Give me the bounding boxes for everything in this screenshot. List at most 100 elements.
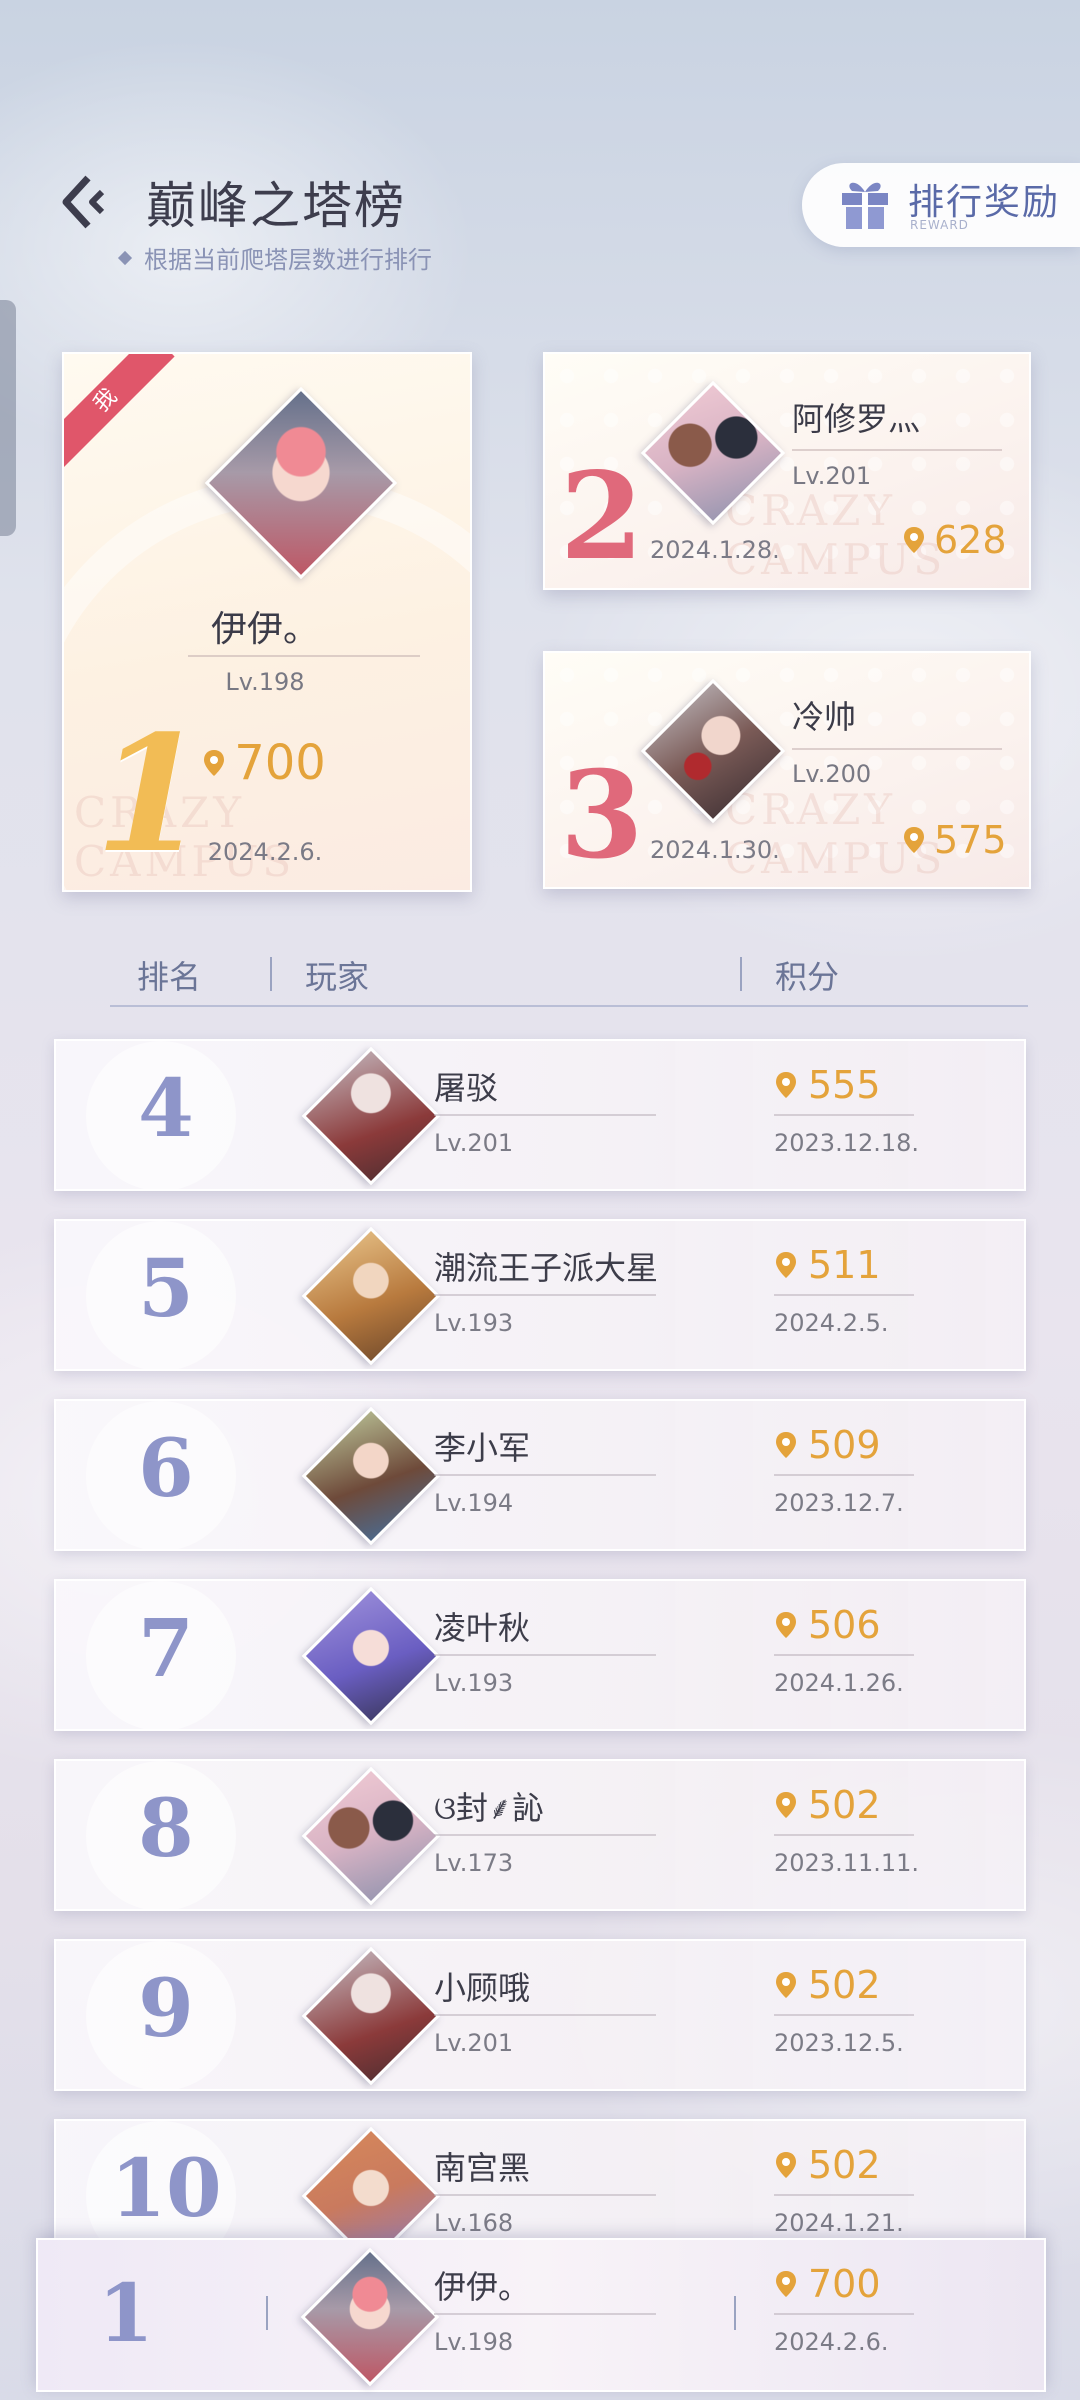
score-value: 700 [808, 2262, 881, 2306]
player-name: 冷帅 [792, 698, 857, 736]
player-level: Lv.194 [434, 1489, 514, 1517]
page-title: 巅峰之塔榜 [146, 177, 406, 235]
player-score: 502 [776, 1963, 881, 2007]
map-pin-icon [776, 1072, 796, 1098]
rank-number: 5 [138, 1241, 194, 1335]
page-subtitle: 根据当前爬塔层数进行排行 [117, 240, 432, 275]
divider [434, 1474, 656, 1476]
me-badge: 我 [64, 354, 175, 470]
avatar[interactable] [300, 2247, 440, 2387]
column-separator [740, 957, 742, 991]
column-separator [266, 2296, 268, 2330]
divider [774, 1834, 914, 1836]
divider [774, 1114, 914, 1116]
player-name: 屠驳 [434, 1069, 499, 1107]
column-separator [270, 957, 272, 991]
ranking-row[interactable]: 4 屠驳 Lv.201 555 2023.12.18. [54, 1039, 1026, 1191]
map-pin-icon [776, 1432, 796, 1458]
rank-number: 1 [98, 2266, 154, 2360]
player-name: 潮流王子派大星 [434, 1249, 659, 1287]
player-level: Lv.201 [434, 2029, 514, 2057]
ranking-row[interactable]: 7 凌叶秋 Lv.193 506 2024.1.26. [54, 1579, 1026, 1731]
player-date: 2023.12.5. [774, 2029, 904, 2057]
divider [774, 1294, 914, 1296]
player-level: Lv.201 [792, 462, 872, 490]
player-name: 李小军 [434, 1429, 531, 1467]
map-pin-icon [904, 827, 924, 853]
player-score: 575 [904, 818, 1007, 862]
ranking-row[interactable]: 5 潮流王子派大星 Lv.193 511 2024.2.5. [54, 1219, 1026, 1371]
ranking-row[interactable]: 9 小顾哦 Lv.201 502 2023.12.5. [54, 1939, 1026, 2091]
podium-rank-2: 2 [560, 446, 644, 587]
avatar[interactable] [301, 1226, 441, 1366]
player-name: 南宫黑 [434, 2149, 531, 2187]
divider [434, 1654, 656, 1656]
avatar[interactable] [301, 1946, 441, 2086]
score-value: 506 [808, 1603, 881, 1647]
score-value: 502 [808, 1963, 881, 2007]
player-date: 2024.1.21. [774, 2209, 904, 2237]
player-score: 506 [776, 1603, 881, 1647]
my-rank-row[interactable]: 1 伊伊。 Lv.198 700 2024.2.6. [36, 2238, 1046, 2392]
side-drawer-handle[interactable] [0, 300, 16, 536]
header-divider [110, 1005, 1028, 1007]
reward-sublabel: REWARD [910, 218, 969, 232]
map-pin-icon [904, 527, 924, 553]
divider [774, 2313, 914, 2315]
divider [434, 1294, 656, 1296]
player-name: ଓ封⸙訫 [434, 1789, 545, 1827]
ranking-row[interactable]: 6 李小军 Lv.194 509 2023.12.7. [54, 1399, 1026, 1551]
divider [792, 449, 1002, 451]
score-value: 700 [234, 735, 326, 791]
avatar[interactable] [301, 1586, 441, 1726]
player-score: 509 [776, 1423, 881, 1467]
player-score: 700 [62, 735, 468, 791]
player-score: 628 [904, 518, 1007, 562]
divider [434, 2014, 656, 2016]
player-level: Lv.201 [434, 1129, 514, 1157]
map-pin-icon [776, 2152, 796, 2178]
bullet-icon [117, 250, 133, 265]
rank-number: 10 [110, 2141, 222, 2235]
rank-number: 6 [138, 1421, 194, 1515]
player-date: 2023.12.18. [774, 1129, 920, 1157]
rank-number: 7 [138, 1601, 194, 1695]
player-name: 伊伊。 [434, 2268, 531, 2306]
player-score: 700 [776, 2262, 881, 2306]
player-date: 2023.11.11. [774, 1849, 920, 1877]
divider [434, 2313, 656, 2315]
ranking-reward-button[interactable]: 排行奖励 REWARD [802, 163, 1080, 247]
column-header-score: 积分 [775, 958, 840, 996]
subtitle-text: 根据当前爬塔层数进行排行 [144, 246, 432, 274]
rank-number: 4 [138, 1061, 194, 1155]
column-header-player: 玩家 [305, 958, 370, 996]
player-level: Lv.173 [434, 1849, 514, 1877]
player-level: Lv.168 [434, 2209, 514, 2237]
divider [792, 748, 1002, 750]
score-value: 511 [808, 1243, 881, 1287]
ranking-row[interactable]: 8 ଓ封⸙訫 Lv.173 502 2023.11.11. [54, 1759, 1026, 1911]
rank-number: 8 [138, 1781, 194, 1875]
divider [434, 2194, 656, 2196]
score-value: 555 [808, 1063, 881, 1107]
player-date: 2023.12.7. [774, 1489, 904, 1517]
score-value: 509 [808, 1423, 881, 1467]
player-date: 2024.2.6. [774, 2328, 889, 2356]
player-level: Lv.193 [434, 1669, 514, 1697]
player-date: 2024.2.6. [207, 838, 323, 866]
divider [774, 1474, 914, 1476]
back-button[interactable] [58, 172, 118, 232]
podium-rank-3: 3 [560, 745, 644, 886]
player-score: 511 [776, 1243, 881, 1287]
divider [774, 2014, 914, 2016]
avatar[interactable] [301, 1766, 441, 1906]
map-pin-icon [776, 2271, 796, 2297]
avatar[interactable] [301, 1406, 441, 1546]
avatar[interactable] [301, 1046, 441, 1186]
back-arrow-icon [62, 175, 105, 229]
rank-number: 9 [138, 1961, 194, 2055]
column-separator [734, 2296, 736, 2330]
column-header-rank: 排名 [137, 958, 202, 996]
player-name: 伊伊。 [210, 609, 319, 650]
map-pin-icon [776, 1612, 796, 1638]
